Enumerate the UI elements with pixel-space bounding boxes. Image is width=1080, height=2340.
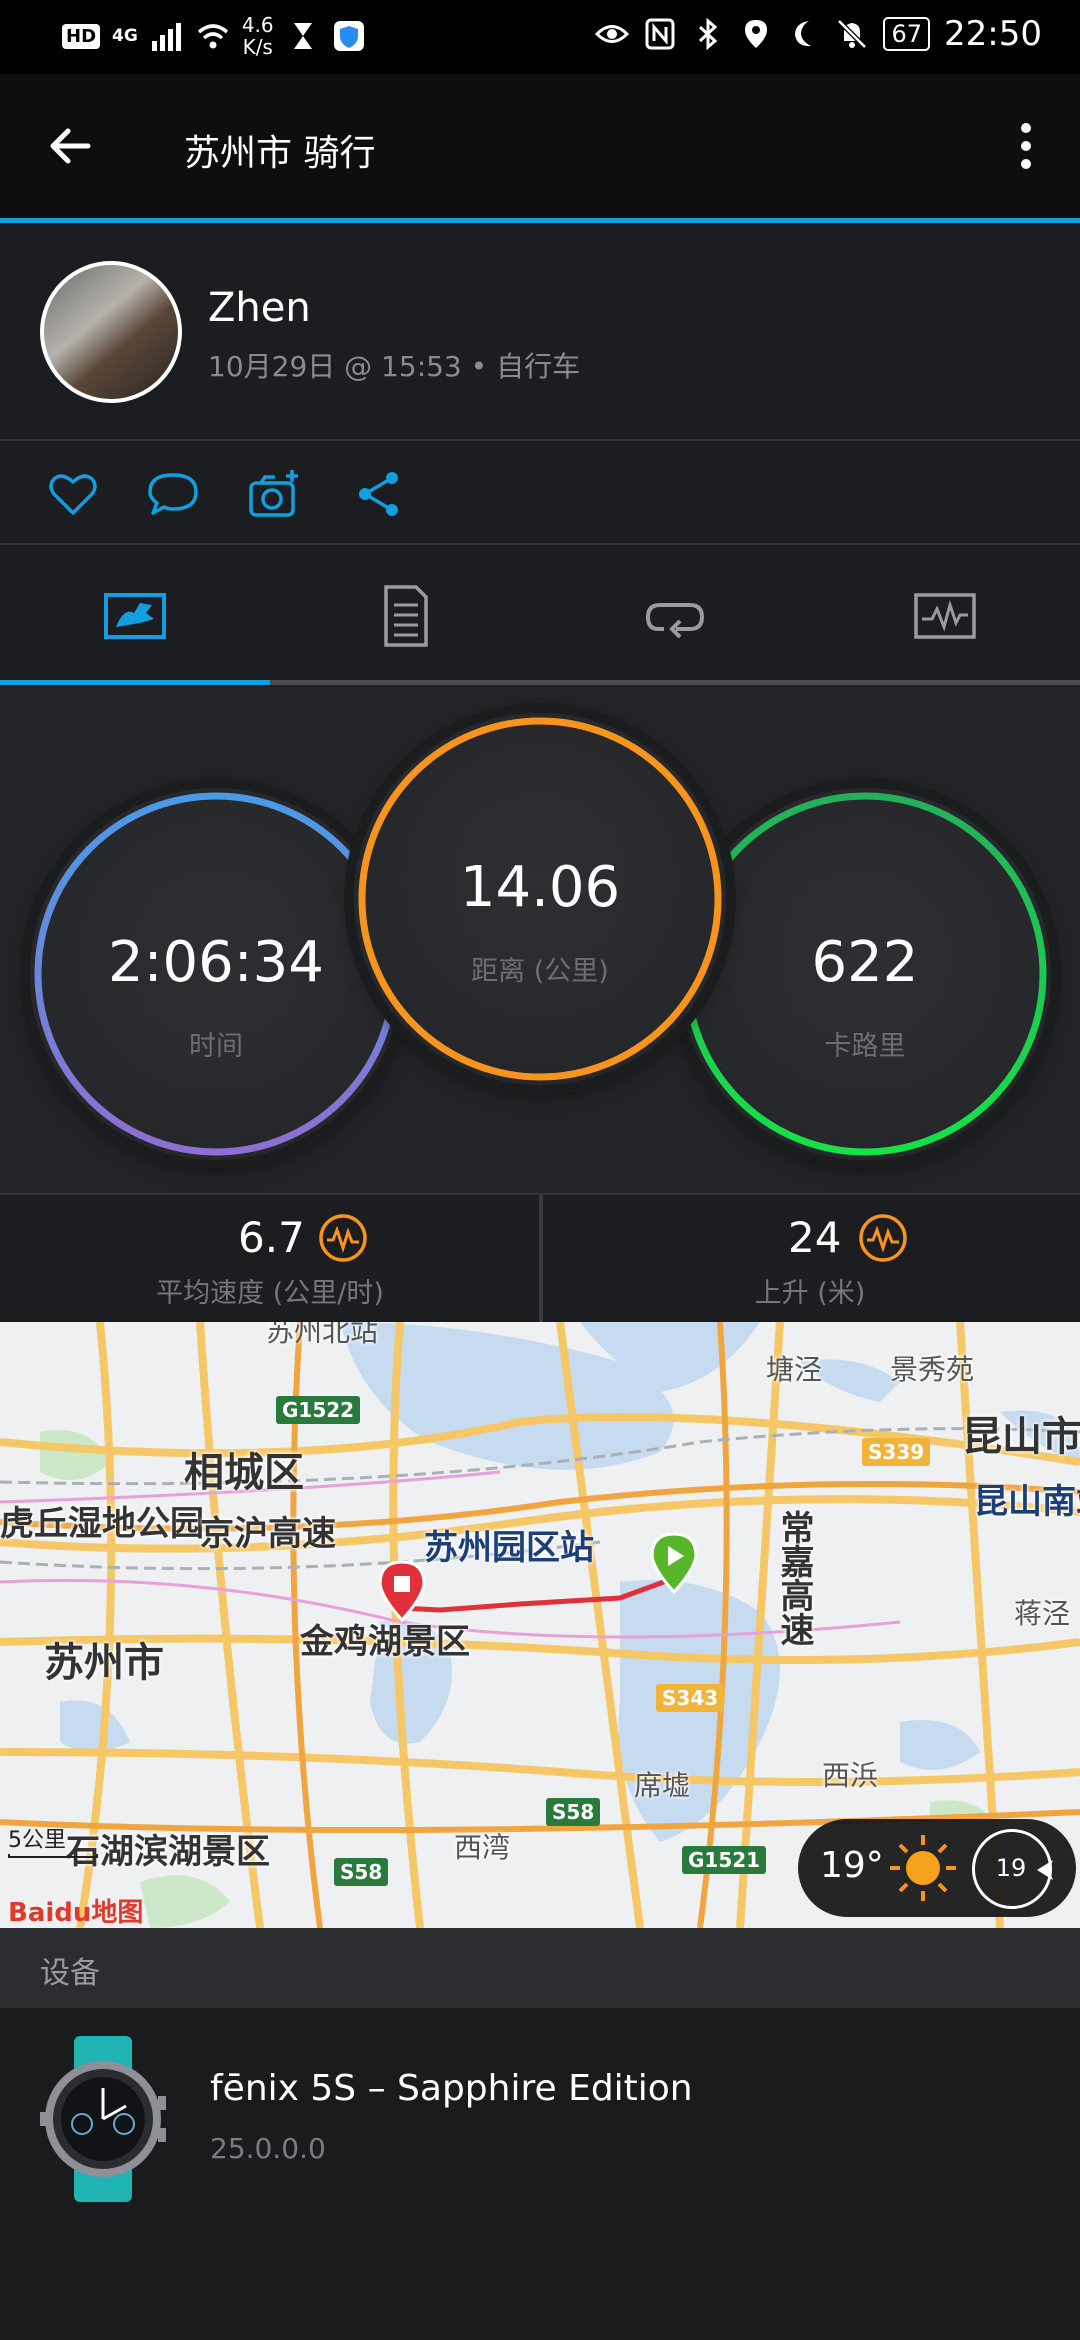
tab-laps[interactable]: [540, 547, 810, 685]
route-map[interactable]: 苏州北站 相城区 虎丘湿地公园 京沪高速 苏州园区站 苏州市 金鸡湖景区 常嘉高…: [0, 1322, 1080, 1928]
graphs-icon: [914, 593, 976, 639]
map-scale: 5公里: [8, 1828, 66, 1853]
details-document-icon: [384, 585, 428, 647]
map-label-sip-station: 苏州园区站: [424, 1528, 594, 1568]
map-label-kunshan: 昆山市: [962, 1414, 1080, 1460]
map-label-jingxiu: 景秀苑: [890, 1353, 975, 1386]
signal-icon: [151, 23, 181, 51]
map-label-jinghu: 京沪高速: [200, 1514, 336, 1554]
road-badge-s58a: S58: [546, 1798, 601, 1826]
device-version: 25.0.0.0: [210, 2132, 326, 2165]
laps-loop-icon: [645, 603, 705, 639]
tab-summary[interactable]: [0, 547, 270, 685]
share-icon[interactable]: [352, 467, 406, 521]
avatar[interactable]: [40, 261, 182, 403]
clock: 22:50: [944, 14, 1042, 54]
map-label-xiancheng: 席墟: [634, 1769, 691, 1802]
map-label-shihu: 石湖滨湖景区: [66, 1832, 270, 1872]
map-label-tangjing: 塘泾: [766, 1353, 823, 1386]
location-icon: [745, 20, 768, 48]
distance-value: 14.06: [459, 855, 621, 920]
calories-value: 622: [811, 930, 919, 995]
nfc-icon: [645, 18, 675, 50]
tab-details[interactable]: [270, 547, 540, 685]
ascent-metric[interactable]: 24 上升 (米): [540, 1195, 1080, 1322]
sun-icon: [890, 1835, 956, 1901]
road-badge-g1522: G1522: [276, 1396, 361, 1424]
weather-widget[interactable]: 19° 19: [798, 1819, 1076, 1917]
map-label-suzhou-north: 苏州北站: [266, 1322, 379, 1348]
activity-meta: 10月29日 @ 15:53 • 自行车: [208, 350, 581, 383]
map-label-changjia: 常嘉高速: [774, 1510, 814, 1646]
ascent-label: 上升 (米): [754, 1278, 866, 1309]
activity-tabs: [0, 547, 1080, 685]
shield-icon: [333, 21, 364, 51]
mute-bell-icon: [837, 19, 868, 49]
road-badge-s339: S339: [862, 1438, 931, 1466]
network-speed: 4.6 K/s: [241, 13, 274, 59]
wind-direction-icon: [1037, 1860, 1053, 1880]
devices-title: 设备: [40, 1956, 100, 1991]
user-name[interactable]: Zhen: [208, 285, 311, 331]
road-badge-s58b: S58: [334, 1858, 389, 1886]
more-vertical-icon[interactable]: [994, 114, 1058, 178]
map-label-kunshan-south: 昆山南站: [974, 1482, 1080, 1522]
bluetooth-icon: [699, 17, 718, 51]
map-label-xiwan: 西湾: [454, 1831, 511, 1864]
summary-stats: 2:06:34 时间 622 卡路里 14.06 距离 (公里): [0, 685, 1080, 1193]
status-bar: HD 4G 4.6 K/s 67 22:50: [0, 0, 1080, 74]
map-label-xiangcheng: 相城区: [184, 1450, 304, 1496]
temperature: 19°: [820, 1845, 884, 1886]
summary-chart-icon: [104, 593, 166, 639]
arrow-left-icon[interactable]: [40, 114, 104, 178]
avg-speed-label: 平均速度 (公里/时): [156, 1278, 384, 1309]
calories-stat: 622 卡路里: [679, 788, 1051, 1160]
metrics-row: 6.7 平均速度 (公里/时) 24 上升 (米): [0, 1193, 1080, 1322]
calories-label: 卡路里: [824, 1031, 906, 1062]
app-header: 苏州市 骑行: [0, 74, 1080, 218]
device-name: fēnix 5S – Sapphire Edition: [210, 2068, 693, 2109]
avg-speed-metric[interactable]: 6.7 平均速度 (公里/时): [0, 1195, 540, 1322]
map-label-huqiu: 虎丘湿地公园: [0, 1504, 204, 1544]
time-value: 2:06:34: [108, 930, 324, 995]
activity-owner: Zhen 10月29日 @ 15:53 • 自行车: [0, 223, 1080, 441]
action-bar: [0, 443, 1080, 545]
wind-compass: 19: [972, 1829, 1053, 1909]
road-badge-s343: S343: [656, 1684, 725, 1712]
wifi-icon: [197, 24, 228, 49]
moon-icon: [795, 21, 812, 47]
map-label-suzhou: 苏州市: [44, 1640, 164, 1686]
battery-indicator: 67: [883, 17, 931, 51]
hourglass-icon: [293, 23, 312, 49]
map-label-xibin: 西浜: [822, 1759, 879, 1792]
ascent-value: 24: [788, 1213, 842, 1262]
devices-section-header: 设备: [0, 1928, 1080, 2008]
watch-icon: [40, 2036, 166, 2202]
map-scale-bar: [8, 1854, 98, 1858]
hd-badge: HD: [62, 23, 101, 49]
page-title: 苏州市 骑行: [184, 133, 376, 174]
distance-label: 距离 (公里): [471, 956, 609, 987]
route-end-marker[interactable]: [374, 1558, 430, 1622]
comment-icon[interactable]: [146, 467, 200, 521]
baidu-logo: Baidu地图: [8, 1898, 144, 1928]
tab-graphs[interactable]: [810, 547, 1080, 685]
time-stat: 2:06:34 时间: [30, 788, 402, 1160]
time-label: 时间: [189, 1031, 243, 1062]
map-label-jiangjing: 蒋泾: [1014, 1597, 1071, 1630]
heart-icon[interactable]: [46, 467, 100, 521]
add-photo-icon[interactable]: [248, 467, 302, 521]
road-badge-g1521: G1521: [682, 1846, 767, 1874]
map-label-jinjihu: 金鸡湖景区: [300, 1622, 470, 1662]
avg-speed-value: 6.7: [238, 1213, 305, 1262]
activity-pulse-icon: [319, 1214, 367, 1262]
activity-pulse-icon: [859, 1214, 907, 1262]
distance-stat: 14.06 距离 (公里): [354, 713, 726, 1085]
network-type: 4G: [112, 26, 138, 46]
eye-icon: [595, 25, 630, 43]
device-item[interactable]: fēnix 5S – Sapphire Edition 25.0.0.0: [0, 2008, 1080, 2340]
route-start-marker[interactable]: [646, 1530, 702, 1594]
